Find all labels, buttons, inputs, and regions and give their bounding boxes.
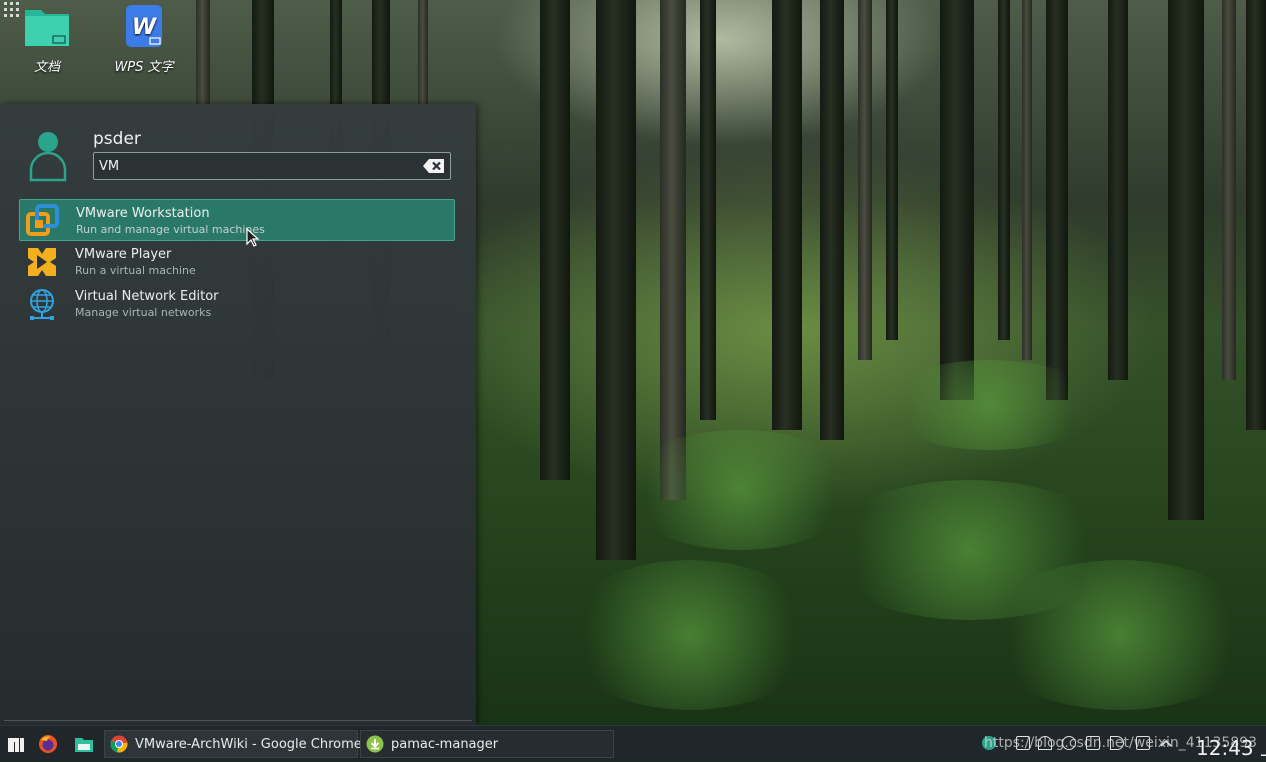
result-subtitle: Run and manage virtual machines bbox=[76, 223, 265, 236]
result-title: VMware Player bbox=[75, 247, 172, 262]
result-title: VMware Workstation bbox=[76, 206, 210, 221]
desktop-icon-label: WPS 文字 bbox=[114, 60, 174, 75]
username-label: psder bbox=[93, 129, 141, 149]
desktop-icon-wps-writer[interactable]: W WPS 文字 bbox=[104, 4, 184, 75]
result-title: Virtual Network Editor bbox=[75, 289, 219, 304]
taskbar: VMware-ArchWiki - Google Chrome pamac-ma… bbox=[0, 725, 1266, 761]
search-box[interactable] bbox=[93, 152, 451, 180]
result-vmware-workstation[interactable]: VMware Workstation Run and manage virtua… bbox=[19, 199, 455, 241]
vmware-workstation-icon bbox=[26, 204, 59, 236]
wps-writer-icon: W bbox=[126, 5, 162, 47]
search-input[interactable] bbox=[99, 156, 409, 176]
pamac-icon bbox=[366, 735, 384, 753]
folder-documents-icon bbox=[25, 10, 69, 46]
task-label: VMware-ArchWiki - Google Chrome bbox=[135, 737, 362, 752]
application-launcher: psder VMware Workstation Run and manage … bbox=[0, 104, 476, 725]
file-manager-icon[interactable] bbox=[74, 734, 94, 754]
desktop-icon-documents[interactable]: 文档 bbox=[7, 4, 87, 75]
clear-search-icon[interactable] bbox=[422, 157, 446, 175]
user-avatar-icon bbox=[29, 132, 67, 182]
result-virtual-network-editor[interactable]: Virtual Network Editor Manage virtual ne… bbox=[19, 283, 455, 325]
vmware-player-icon bbox=[28, 248, 56, 276]
launcher-divider bbox=[4, 720, 472, 721]
result-subtitle: Run a virtual machine bbox=[75, 264, 196, 277]
svg-text:W: W bbox=[132, 15, 158, 40]
task-pamac-manager[interactable]: pamac-manager bbox=[360, 730, 614, 758]
result-subtitle: Manage virtual networks bbox=[75, 306, 212, 319]
task-google-chrome[interactable]: VMware-ArchWiki - Google Chrome bbox=[104, 730, 362, 758]
application-menu-icon[interactable] bbox=[7, 734, 25, 754]
desktop-icon-label: 文档 bbox=[33, 60, 60, 75]
result-vmware-player[interactable]: VMware Player Run a virtual machine bbox=[19, 241, 455, 283]
task-label: pamac-manager bbox=[391, 737, 499, 752]
firefox-icon[interactable] bbox=[38, 734, 58, 754]
mouse-cursor-icon bbox=[246, 228, 260, 247]
clock[interactable]: 12:43 上 bbox=[1196, 732, 1266, 761]
chrome-icon bbox=[110, 735, 128, 753]
globe-network-icon bbox=[30, 289, 54, 320]
